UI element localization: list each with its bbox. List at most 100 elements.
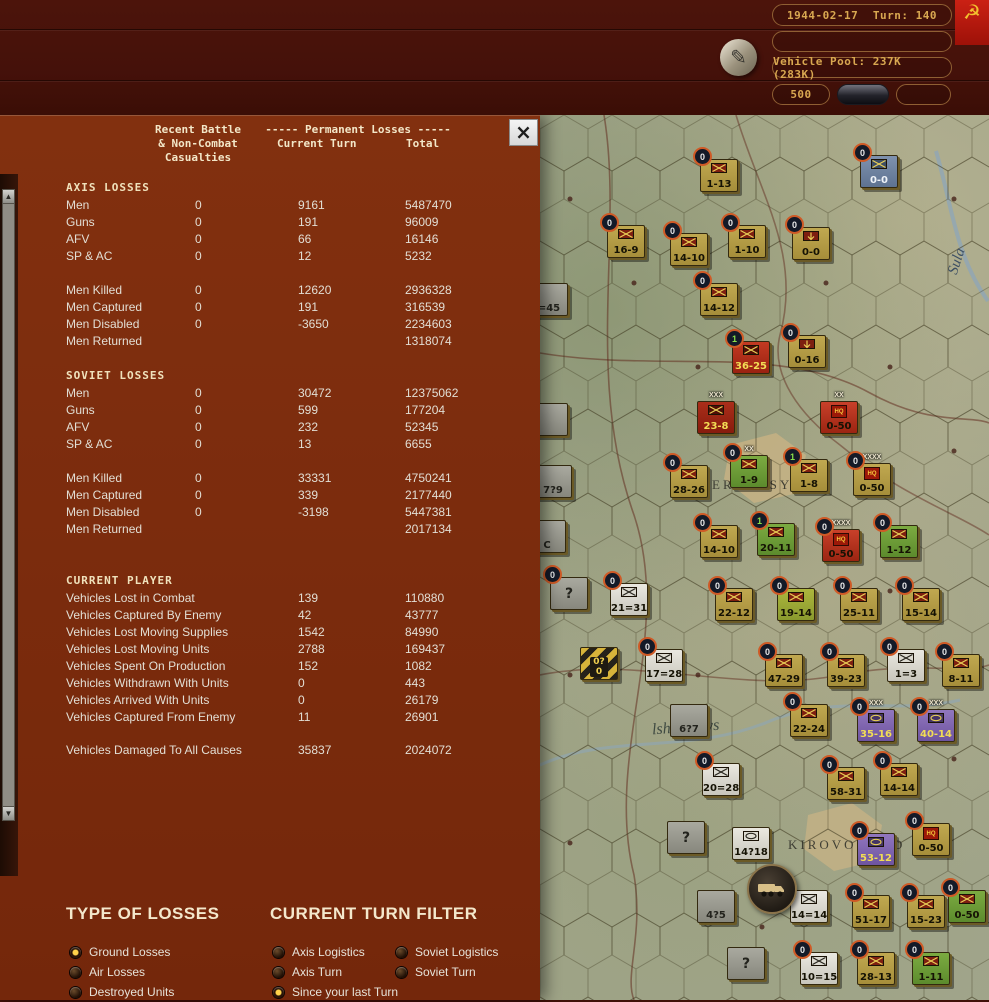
map-unit-counter[interactable]: 0 1-11	[905, 940, 950, 985]
map-unit-counter[interactable]: 0 47-29	[758, 642, 803, 687]
inf-symbol-icon	[739, 229, 755, 239]
axis-losses-section: AXIS LOSSES Men 0 9161 5487470 Guns 0 191 96009…	[0, 178, 540, 350]
map-unit-counter[interactable]: 4?5	[697, 890, 735, 923]
map-unit-counter[interactable]: 0 1-12	[873, 513, 918, 558]
radio-option-ground-losses[interactable]: Ground Losses	[70, 942, 174, 962]
scroll-down-button[interactable]: ▼	[2, 806, 15, 821]
loss-row-value: 2234603	[405, 317, 452, 331]
radio-button-icon[interactable]	[273, 966, 284, 978]
map-unit-counter[interactable]: ?	[667, 821, 705, 854]
radio-option-axis-logistics[interactable]: Axis Logistics	[273, 942, 398, 962]
dark-oval-button[interactable]	[837, 84, 889, 105]
radio-button-icon[interactable]	[396, 946, 407, 958]
map-unit-counter[interactable]: XX 0 1-9	[723, 443, 768, 488]
radio-option-destroyed-units[interactable]: Destroyed Units	[70, 982, 174, 1002]
map-unit-counter[interactable]: 1 36-25	[725, 329, 770, 374]
unit-strength-value: ?	[681, 830, 691, 846]
loss-row-label: AFV	[66, 420, 90, 434]
radio-option-soviet-logistics[interactable]: Soviet Logistics	[396, 942, 498, 962]
map-unit-counter[interactable]: ?	[727, 947, 765, 980]
map-unit-counter[interactable]: 0 22-24	[783, 692, 828, 737]
map-unit-counter[interactable]: =45	[540, 283, 568, 316]
loss-row-value: 5487470	[405, 198, 452, 212]
loss-table-row: Vehicles Captured From Enemy 11 26901	[0, 709, 540, 726]
unit-count-badge: 0	[845, 883, 864, 902]
map-unit-counter[interactable]: 0 1=3	[880, 637, 925, 682]
type-of-losses-radios: Ground Losses Air Losses Destroyed Units	[70, 942, 174, 1002]
map-unit-counter[interactable]: 0 8-11	[935, 642, 980, 687]
map-unit-counter[interactable]: 0 53-12	[850, 821, 895, 866]
map-unit-counter[interactable]: 0 19-14	[770, 576, 815, 621]
map-unit-counter[interactable]: 0 14-10	[663, 221, 708, 266]
hex-map[interactable]: SulaCHERKASSYlshaya VysKIROVOGRAD 01-130…	[540, 115, 989, 1000]
unit-count-badge: 0	[693, 147, 712, 166]
map-unit-counter[interactable]: 0 51-17	[845, 883, 890, 928]
map-unit-counter[interactable]: C	[540, 520, 566, 553]
inf-symbol-icon	[838, 658, 854, 668]
map-unit-counter[interactable]: 0 10=15	[793, 940, 838, 985]
radio-button-icon[interactable]	[273, 946, 284, 958]
map-unit-counter[interactable]: XXX 0 35-16	[850, 697, 895, 742]
map-unit-counter[interactable]: 1 20-11	[750, 511, 795, 556]
map-unit-counter[interactable]: XXXX 0 HQ 0-50	[815, 517, 860, 562]
radio-button-icon[interactable]	[70, 966, 81, 978]
map-unit-counter[interactable]: 0 28-26	[663, 453, 708, 498]
unit-count-badge: 1	[750, 511, 769, 530]
map-unit-counter[interactable]: 0 15-14	[895, 576, 940, 621]
map-unit-counter[interactable]: 0 28-13	[850, 940, 895, 985]
map-unit-counter[interactable]: 0 14-10	[693, 513, 738, 558]
vehicle-depot-truck-icon[interactable]	[747, 864, 797, 914]
map-unit-counter[interactable]	[540, 403, 568, 436]
map-unit-counter[interactable]: 0 16-9	[600, 213, 645, 258]
map-unit-counter[interactable]: XXX 23-8	[697, 392, 735, 434]
map-unit-counter[interactable]: 0 0-50	[941, 878, 986, 923]
map-unit-counter[interactable]: XXX 0 40-14	[910, 697, 955, 742]
edit-pencil-button[interactable]: ✎	[720, 39, 757, 76]
map-unit-counter[interactable]: 0 39-23	[820, 642, 865, 687]
unit-count-badge: 0	[880, 637, 899, 656]
map-unit-counter[interactable]: 14?18	[732, 827, 770, 860]
map-unit-counter[interactable]: 0 20=28	[695, 751, 740, 796]
radio-option-soviet-turn[interactable]: Soviet Turn	[396, 962, 498, 982]
inf-symbol-icon	[953, 658, 969, 668]
inf-symbol-icon	[708, 405, 724, 415]
map-unit-counter[interactable]: 0 14-14	[873, 751, 918, 796]
radio-option-axis-turn[interactable]: Axis Turn	[273, 962, 398, 982]
unit-strength-value: 1=3	[894, 669, 918, 680]
map-unit-counter[interactable]: 7?9	[540, 465, 572, 498]
map-unit-counter[interactable]: 0 17=28	[638, 637, 683, 682]
unit-strength-value: =45	[540, 303, 561, 314]
map-unit-counter[interactable]: 0 0-0	[853, 143, 898, 188]
map-unit-counter[interactable]: XX HQ 0-50	[820, 392, 858, 434]
map-unit-counter[interactable]: 0?0	[580, 647, 618, 680]
map-unit-counter[interactable]: 6?7	[670, 704, 708, 737]
loss-row-value: 26179	[405, 693, 439, 707]
map-unit-counter[interactable]: 1 1-8	[783, 447, 828, 492]
radio-button-icon[interactable]	[70, 986, 81, 998]
value-500-button[interactable]: 500	[772, 84, 830, 105]
radio-button-icon[interactable]	[396, 966, 407, 978]
turn-filter-radios-col1: Axis Logistics Axis Turn Since your last T…	[273, 942, 398, 1002]
map-unit-counter[interactable]: 0 25-11	[833, 576, 878, 621]
map-unit-counter[interactable]: 0 21=31	[603, 571, 648, 616]
map-unit-counter[interactable]: 0 0-0	[785, 215, 830, 260]
pencil-icon: ✎	[730, 47, 747, 69]
radio-button-icon[interactable]	[70, 946, 81, 958]
map-unit-counter[interactable]: 0 HQ 0-50	[905, 811, 950, 856]
loss-row-value: 42	[298, 608, 312, 622]
map-unit-counter[interactable]: 0 0-16	[781, 323, 826, 368]
map-unit-counter[interactable]: 0 22-12	[708, 576, 753, 621]
map-unit-counter[interactable]: XXXX 0 HQ 0-50	[846, 451, 891, 496]
map-unit-counter[interactable]: 0 15-23	[900, 883, 945, 928]
unit-count-badge: 0	[850, 940, 869, 959]
map-unit-counter[interactable]: 0 14-12	[693, 271, 738, 316]
radio-option-air-losses[interactable]: Air Losses	[70, 962, 174, 982]
map-unit-counter[interactable]: 0 58-31	[820, 755, 865, 800]
map-unit-counter[interactable]: 0 1-13	[693, 147, 738, 192]
unit-count-badge: 0	[820, 755, 839, 774]
map-unit-counter[interactable]: 0 1-10	[721, 213, 766, 258]
map-unit-counter[interactable]: 0?	[543, 565, 588, 610]
radio-option-since-your-last-turn[interactable]: Since your last Turn	[273, 982, 398, 1002]
close-button[interactable]: ×	[509, 119, 538, 146]
radio-button-icon[interactable]	[273, 986, 284, 998]
